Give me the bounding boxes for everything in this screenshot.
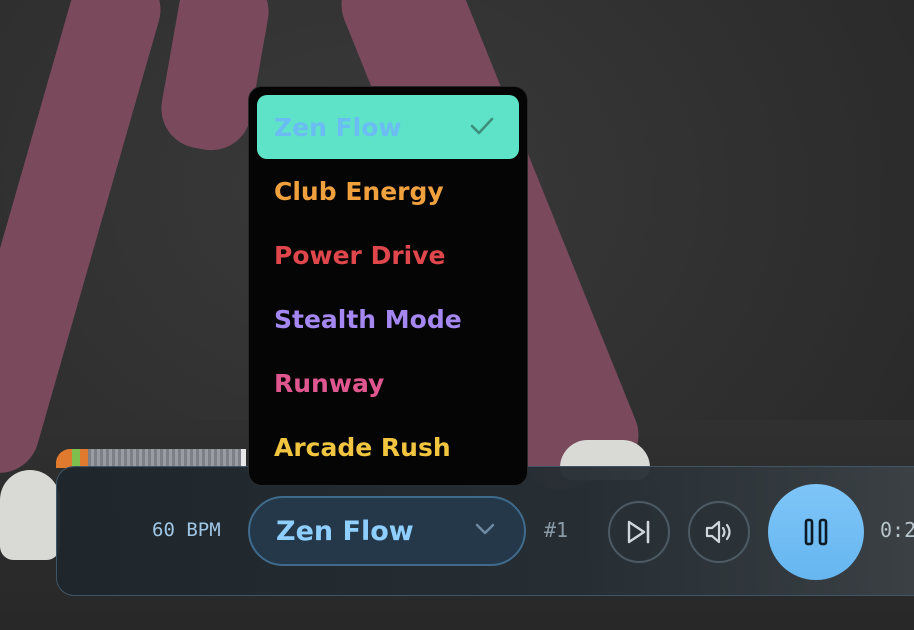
bpm-readout: 60 BPM (152, 519, 221, 541)
pause-icon (804, 518, 828, 546)
preset-select-value: Zen Flow (276, 515, 414, 547)
pause-button[interactable] (768, 484, 864, 580)
option-label: Stealth Mode (274, 304, 462, 334)
skip-next-icon (627, 520, 650, 544)
elapsed-time: 0:2 (880, 518, 914, 542)
speaker-icon (705, 520, 731, 544)
preset-option-stealth-mode[interactable]: Stealth Mode (257, 287, 519, 351)
chevron-down-icon (475, 523, 495, 535)
preset-dropdown-menu: Zen Flow Club Energy Power Drive Stealth… (248, 86, 528, 486)
option-label: Zen Flow (274, 112, 402, 142)
left-leg (0, 0, 170, 483)
skip-next-button[interactable] (608, 501, 670, 563)
preset-option-club-energy[interactable]: Club Energy (257, 159, 519, 223)
preset-select[interactable]: Zen Flow (248, 496, 526, 566)
volume-button[interactable] (688, 501, 750, 563)
preset-option-arcade-rush[interactable]: Arcade Rush (257, 415, 519, 479)
preset-option-zen-flow[interactable]: Zen Flow (257, 95, 519, 159)
option-label: Runway (274, 368, 385, 398)
option-label: Club Energy (274, 176, 444, 206)
preset-option-power-drive[interactable]: Power Drive (257, 223, 519, 287)
left-shoe (0, 470, 60, 560)
option-label: Arcade Rush (274, 432, 451, 462)
checkmark-icon (470, 117, 494, 135)
preset-number: #1 (544, 518, 569, 542)
option-label: Power Drive (274, 240, 446, 270)
preset-option-runway[interactable]: Runway (257, 351, 519, 415)
